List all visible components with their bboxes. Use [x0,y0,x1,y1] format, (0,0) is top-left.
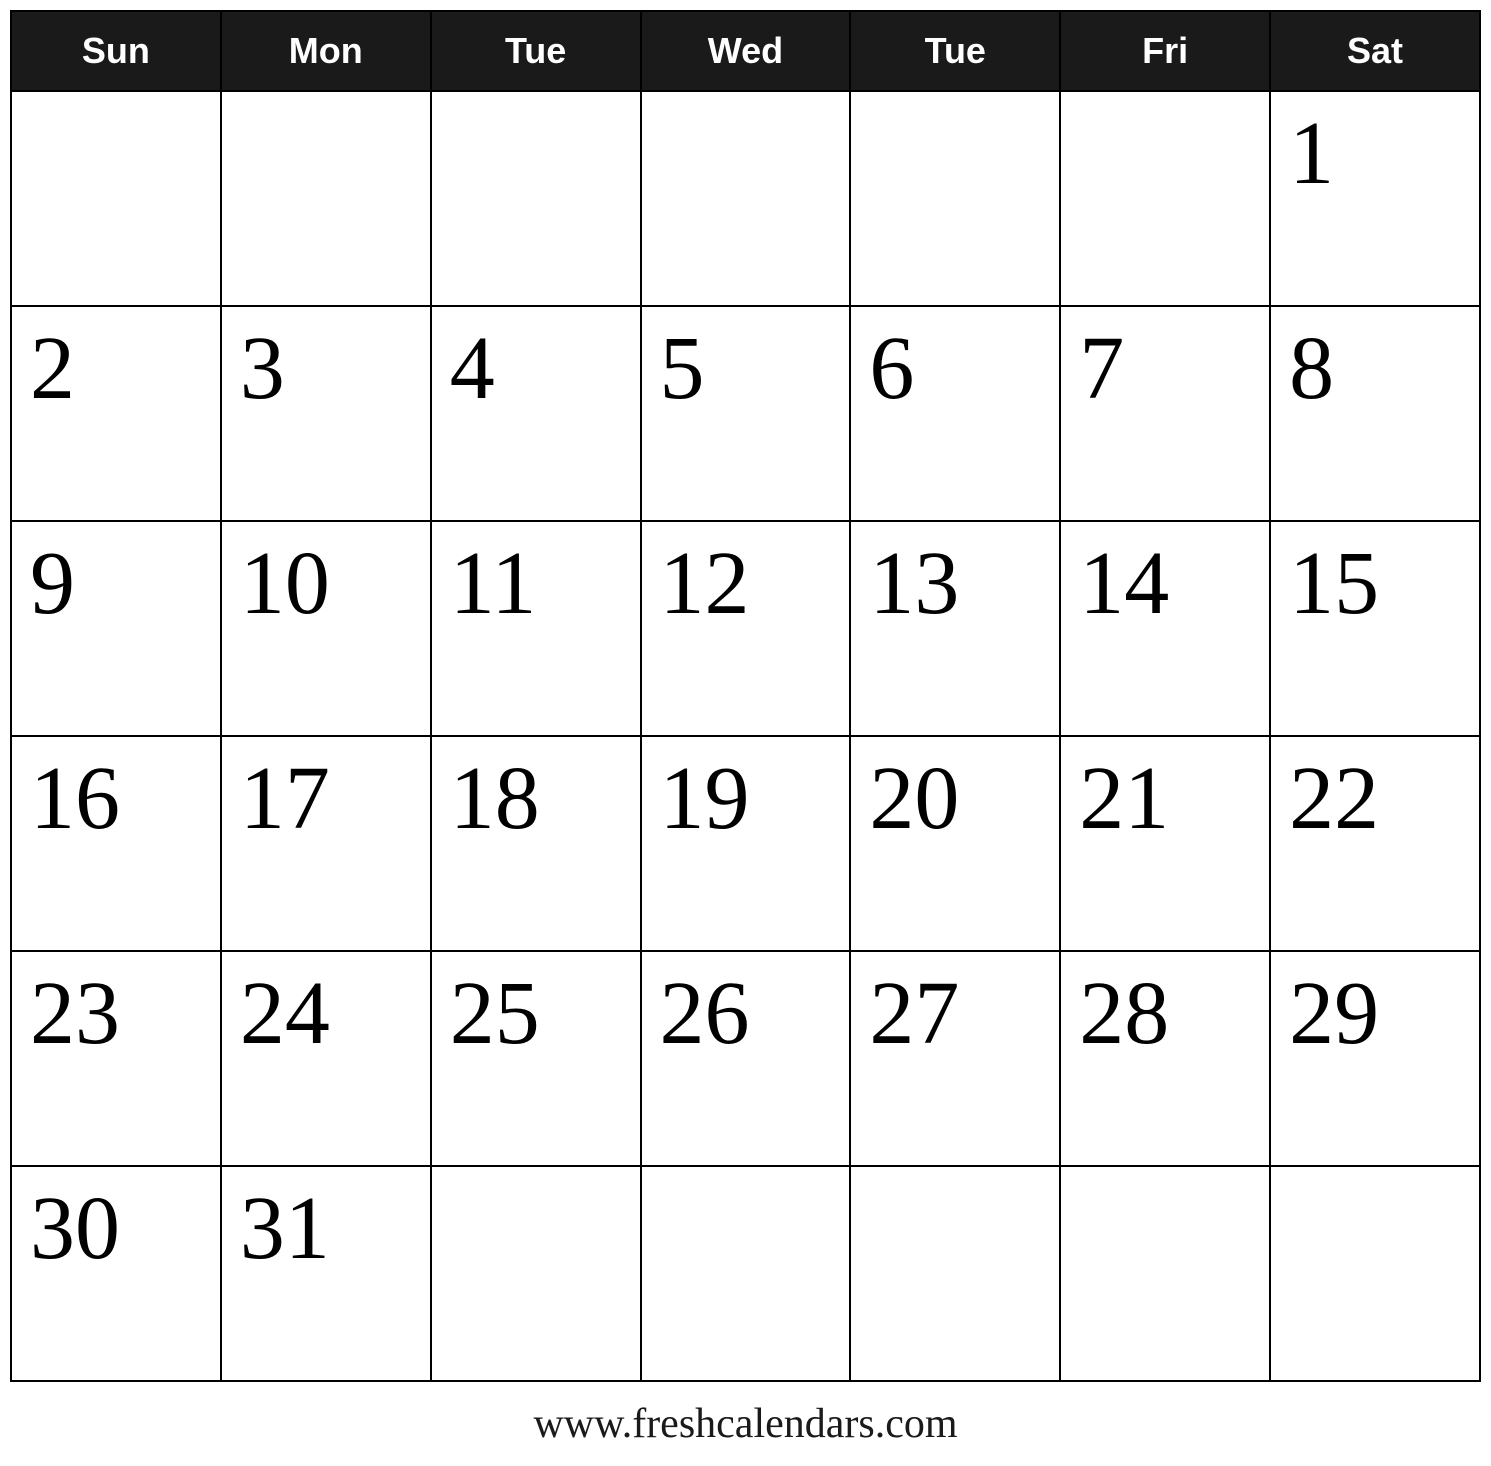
day-number-28: 28 [1079,964,1169,1063]
calendar-cell: 19 [641,736,851,951]
day-number-6: 6 [869,319,914,418]
calendar-cell: 21 [1060,736,1270,951]
day-number-7: 7 [1079,319,1124,418]
calendar-cell: 5 [641,306,851,521]
calendar-cell: 4 [431,306,641,521]
calendar-wrapper: Sun Mon Tue Wed Tue Fri Sat 123456789101… [0,0,1491,1466]
calendar-cell: 17 [221,736,431,951]
week-row-1: 1 [11,91,1480,306]
header-sat: Sat [1270,11,1480,91]
day-number-15: 15 [1289,534,1379,633]
calendar-cell: 27 [850,951,1060,1166]
day-number-22: 22 [1289,749,1379,848]
calendar-cell: 18 [431,736,641,951]
day-number-13: 13 [869,534,959,633]
calendar-cell [850,91,1060,306]
calendar-cell: 22 [1270,736,1480,951]
calendar-cell: 8 [1270,306,1480,521]
calendar-cell [221,91,431,306]
calendar-cell [1060,1166,1270,1381]
day-number-20: 20 [869,749,959,848]
day-number-8: 8 [1289,319,1334,418]
calendar-cell: 7 [1060,306,1270,521]
calendar-cell: 12 [641,521,851,736]
footer-url: www.freshcalendars.com [10,1382,1481,1456]
header-sun: Sun [11,11,221,91]
calendar-cell [641,1166,851,1381]
calendar-cell: 11 [431,521,641,736]
week-row-3: 9 10 11 12 13 14 15 [11,521,1480,736]
header-tue: Tue [431,11,641,91]
day-number-31: 31 [240,1179,330,1278]
calendar-cell: 26 [641,951,851,1166]
day-number-2: 2 [30,319,75,418]
header-mon: Mon [221,11,431,91]
calendar-cell: 14 [1060,521,1270,736]
calendar-cell: 2 [11,306,221,521]
header-wed: Wed [641,11,851,91]
week-row-4: 16 17 18 19 20 21 22 [11,736,1480,951]
calendar-cell [1270,1166,1480,1381]
day-number-30: 30 [30,1179,120,1278]
day-number-21: 21 [1079,749,1169,848]
calendar-cell: 31 [221,1166,431,1381]
day-number-9: 9 [30,534,75,633]
day-number-24: 24 [240,964,330,1063]
day-number-3: 3 [240,319,285,418]
header-fri: Fri [1060,11,1270,91]
day-number-10: 10 [240,534,330,633]
week-row-5: 23 24 25 26 27 28 29 [11,951,1480,1166]
calendar-cell: 15 [1270,521,1480,736]
calendar-cell: 25 [431,951,641,1166]
day-number-25: 25 [450,964,540,1063]
week-row-6: 30 31 [11,1166,1480,1381]
day-number-4: 4 [450,319,495,418]
week-row-2: 2 3 4 5 6 7 8 [11,306,1480,521]
calendar-cell: 16 [11,736,221,951]
calendar-cell: 30 [11,1166,221,1381]
day-number-19: 19 [660,749,750,848]
calendar-cell: 6 [850,306,1060,521]
day-number-18: 18 [450,749,540,848]
calendar-cell [641,91,851,306]
day-number-29: 29 [1289,964,1379,1063]
day-number-14: 14 [1079,534,1169,633]
day-number-12: 12 [660,534,750,633]
calendar-cell: 10 [221,521,431,736]
calendar-cell: 28 [1060,951,1270,1166]
day-number-23: 23 [30,964,120,1063]
calendar-cell: 29 [1270,951,1480,1166]
day-number-16: 16 [30,749,120,848]
calendar-cell: 20 [850,736,1060,951]
day-number-26: 26 [660,964,750,1063]
calendar-cell: 9 [11,521,221,736]
calendar-table: Sun Mon Tue Wed Tue Fri Sat 123456789101… [10,10,1481,1382]
calendar-cell: 24 [221,951,431,1166]
day-number-5: 5 [660,319,705,418]
calendar-cell: 23 [11,951,221,1166]
day-number-17: 17 [240,749,330,848]
calendar-cell: 3 [221,306,431,521]
calendar-cell [431,1166,641,1381]
header-thu: Tue [850,11,1060,91]
header-row: Sun Mon Tue Wed Tue Fri Sat [11,11,1480,91]
calendar-cell: 1 [1270,91,1480,306]
calendar-cell [1060,91,1270,306]
calendar-cell [850,1166,1060,1381]
day-number-1: 1 [1289,104,1334,203]
calendar-cell [431,91,641,306]
calendar-cell: 13 [850,521,1060,736]
day-number-27: 27 [869,964,959,1063]
calendar-cell [11,91,221,306]
day-number-11: 11 [450,534,537,633]
